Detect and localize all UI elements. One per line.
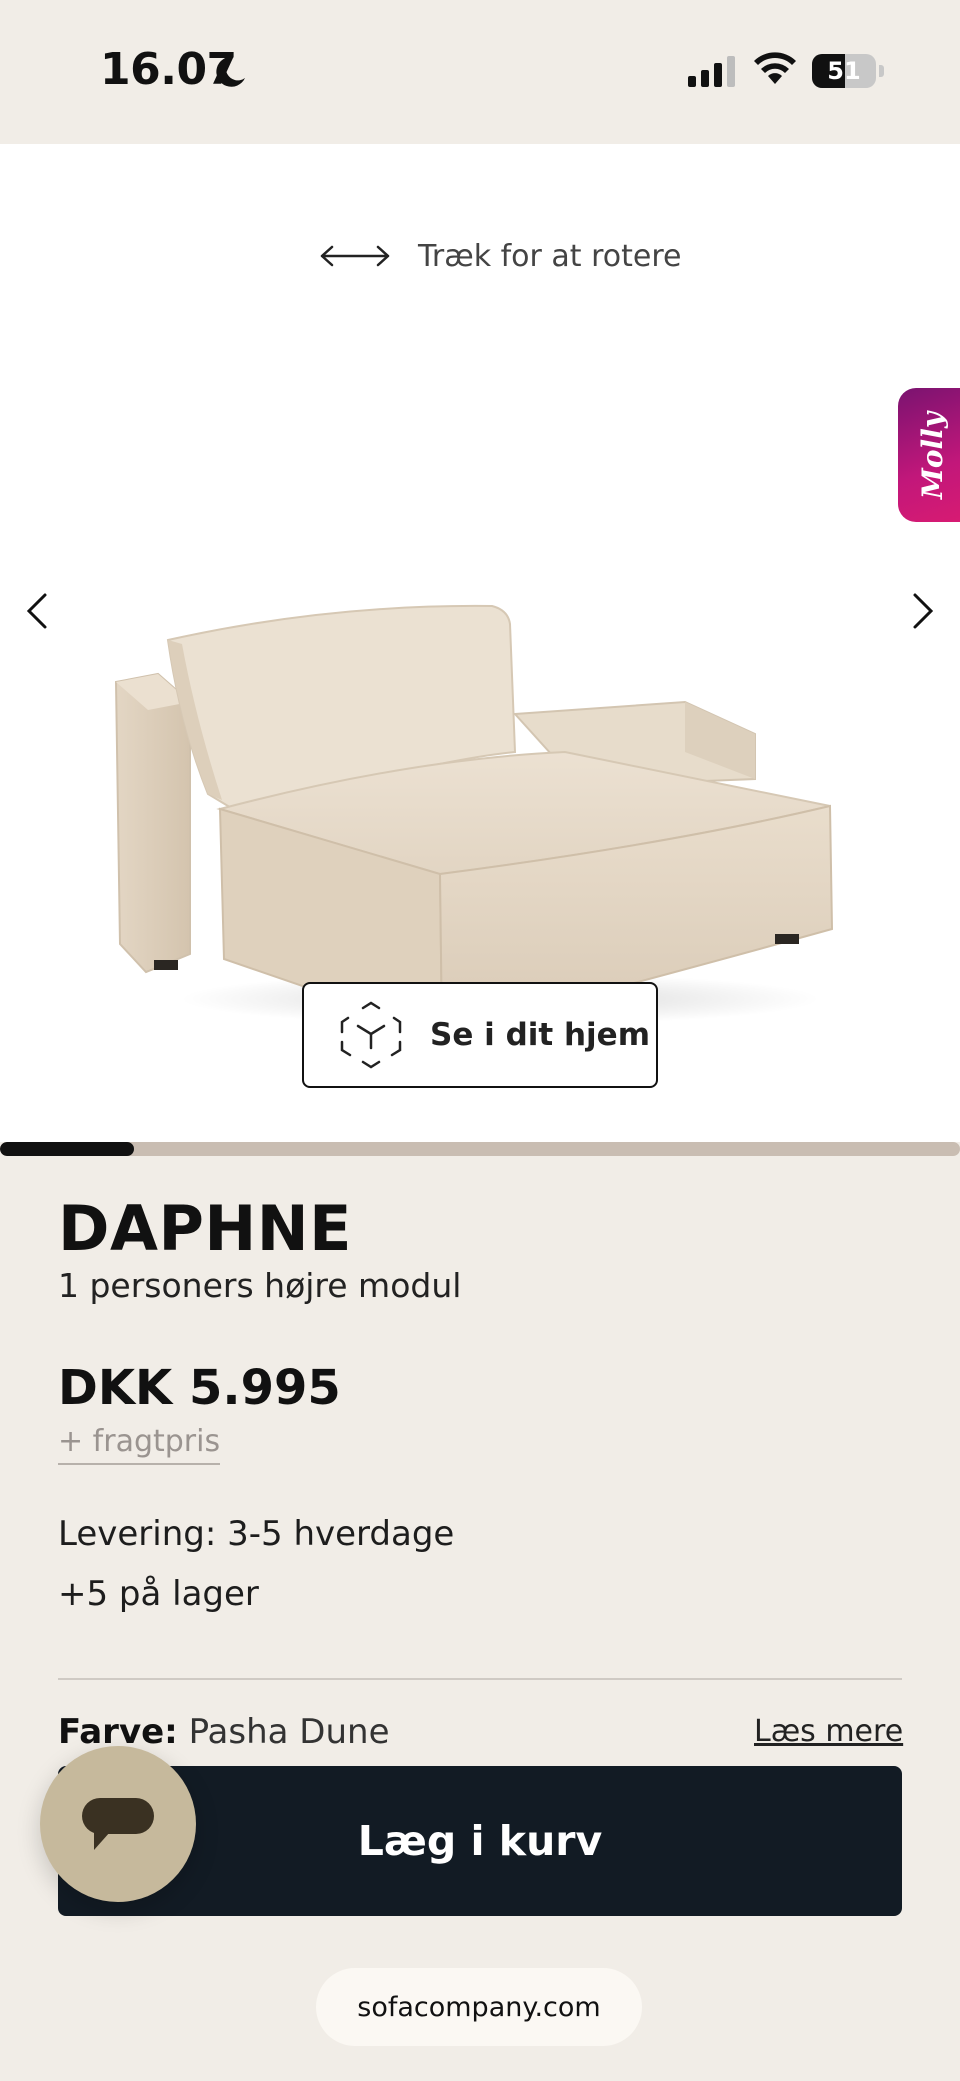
product-price: DKK 5.995	[58, 1360, 341, 1416]
gallery-progress-bar	[0, 1142, 960, 1156]
color-value: Pasha Dune	[188, 1712, 390, 1752]
stock-status: +5 på lager	[58, 1574, 259, 1614]
next-image-button[interactable]	[904, 586, 944, 636]
moon-icon	[216, 56, 245, 87]
wifi-icon	[754, 52, 796, 84]
product-image[interactable]	[110, 434, 840, 1054]
double-arrow-icon	[320, 245, 390, 267]
address-bar[interactable]: sofacompany.com	[316, 1968, 642, 2046]
chevron-right-icon	[913, 593, 934, 629]
molly-assistant-tab[interactable]: Molly	[898, 388, 960, 522]
signal-icon	[688, 56, 735, 87]
delivery-time: Levering: 3-5 hverdage	[58, 1514, 455, 1554]
chevron-left-icon	[26, 593, 47, 629]
product-subtitle: 1 personers højre modul	[58, 1266, 462, 1305]
battery-indicator: 51	[812, 54, 884, 88]
rotate-hint: Træk for at rotere	[318, 234, 681, 278]
view-in-room-button[interactable]: Se i dit hjem	[302, 982, 658, 1088]
chat-button[interactable]	[40, 1746, 196, 1902]
molly-label: Molly	[916, 411, 950, 499]
product-gallery[interactable]: Træk for at rotere Molly Se i dit hjem	[0, 144, 960, 1142]
browser-bottom-bar: sofacompany.com	[0, 1940, 960, 2081]
previous-image-button[interactable]	[16, 586, 56, 636]
read-more-link[interactable]: Læs mere	[754, 1714, 903, 1749]
product-name: DAPHNE	[58, 1192, 353, 1265]
divider	[58, 1678, 902, 1680]
status-bar: 16.07 51	[0, 0, 960, 144]
view-in-room-label: Se i dit hjem	[430, 1017, 651, 1053]
rotate-hint-text: Træk for at rotere	[418, 238, 682, 274]
freight-price-link[interactable]: + fragtpris	[58, 1424, 221, 1465]
chat-bubble-icon	[82, 1798, 154, 1850]
add-to-cart-label: Læg i kurv	[357, 1817, 603, 1865]
ar-cube-icon	[340, 1001, 402, 1069]
battery-level-text: 51	[827, 57, 861, 85]
gallery-progress-fill	[0, 1142, 135, 1156]
